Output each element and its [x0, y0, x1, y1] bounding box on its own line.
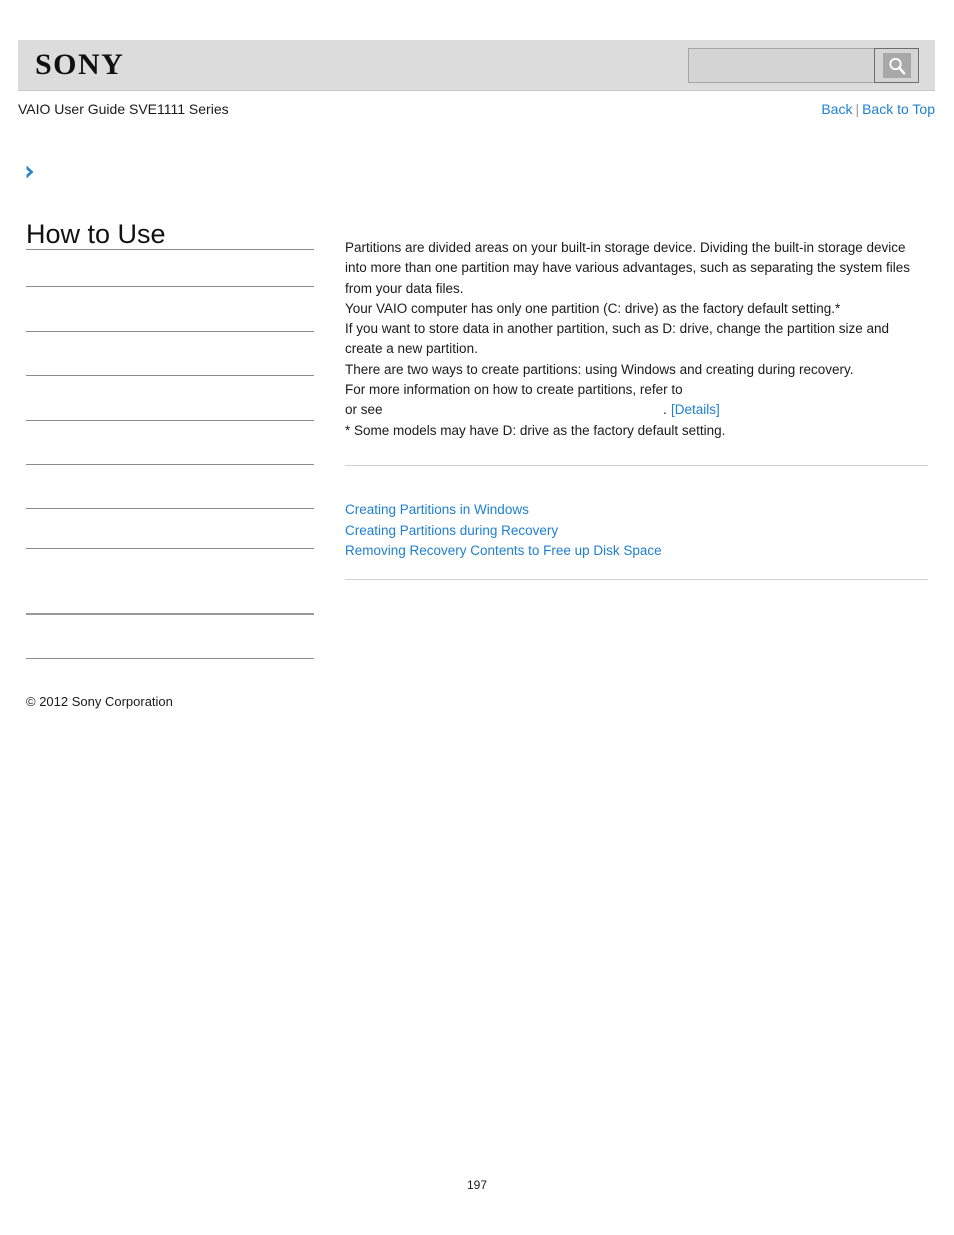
more-info-paragraph: For more information on how to create pa… — [345, 382, 683, 398]
search-icon — [882, 53, 911, 78]
sidebar-divider — [26, 464, 314, 465]
guide-title: VAIO User Guide SVE1111 Series — [18, 101, 229, 117]
sidebar-divider — [26, 508, 314, 509]
copyright-text: © 2012 Sony Corporation — [26, 694, 173, 709]
search-button[interactable] — [874, 48, 919, 83]
sidebar-divider — [26, 375, 314, 376]
sidebar-divider — [26, 658, 314, 659]
related-link-creating-partitions-windows[interactable]: Creating Partitions in Windows — [345, 500, 928, 521]
sidebar-divider — [26, 286, 314, 287]
footnote-text: * Some models may have D: drive as the f… — [345, 422, 726, 438]
sidebar-divider — [26, 420, 314, 421]
or-see-line: or see . [Details] — [345, 400, 928, 420]
main-content: Partitions are divided areas on your bui… — [345, 238, 928, 580]
sidebar-divider — [26, 331, 314, 332]
two-ways-paragraph: There are two ways to create partitions:… — [345, 361, 854, 377]
subheader: VAIO User Guide SVE1111 Series Back | Back… — [18, 100, 935, 120]
nav-separator: | — [855, 101, 860, 117]
page-number: 197 — [466, 1178, 488, 1192]
chevron-right-icon[interactable] — [22, 163, 40, 181]
site-header: SONY — [18, 40, 935, 91]
or-see-period: . — [663, 402, 667, 418]
default-partition-paragraph: Your VAIO computer has only one partitio… — [345, 300, 841, 316]
sidebar-divider — [26, 249, 314, 250]
related-link-removing-recovery-contents[interactable]: Removing Recovery Contents to Free up Di… — [345, 541, 928, 562]
back-link[interactable]: Back — [821, 101, 852, 117]
intro-paragraph: Partitions are divided areas on your bui… — [345, 240, 911, 296]
sony-logo: SONY — [35, 48, 125, 81]
back-to-top-link[interactable]: Back to Top — [862, 101, 935, 117]
or-see-prefix: or see — [345, 402, 383, 418]
search-box — [688, 48, 919, 83]
page-title: How to Use — [26, 219, 166, 249]
related-links-top-rule — [345, 465, 928, 466]
store-data-paragraph: If you want to store data in another par… — [345, 321, 890, 357]
details-link[interactable]: [Details] — [671, 400, 720, 420]
search-input[interactable] — [688, 48, 874, 83]
related-link-creating-partitions-recovery[interactable]: Creating Partitions during Recovery — [345, 521, 928, 542]
related-links-bottom-rule — [345, 579, 928, 580]
header-nav: Back | Back to Top — [821, 100, 935, 118]
sidebar-divider — [26, 613, 314, 615]
sidebar-divider — [26, 548, 314, 549]
related-links-list: Creating Partitions in Windows Creating … — [345, 500, 928, 562]
